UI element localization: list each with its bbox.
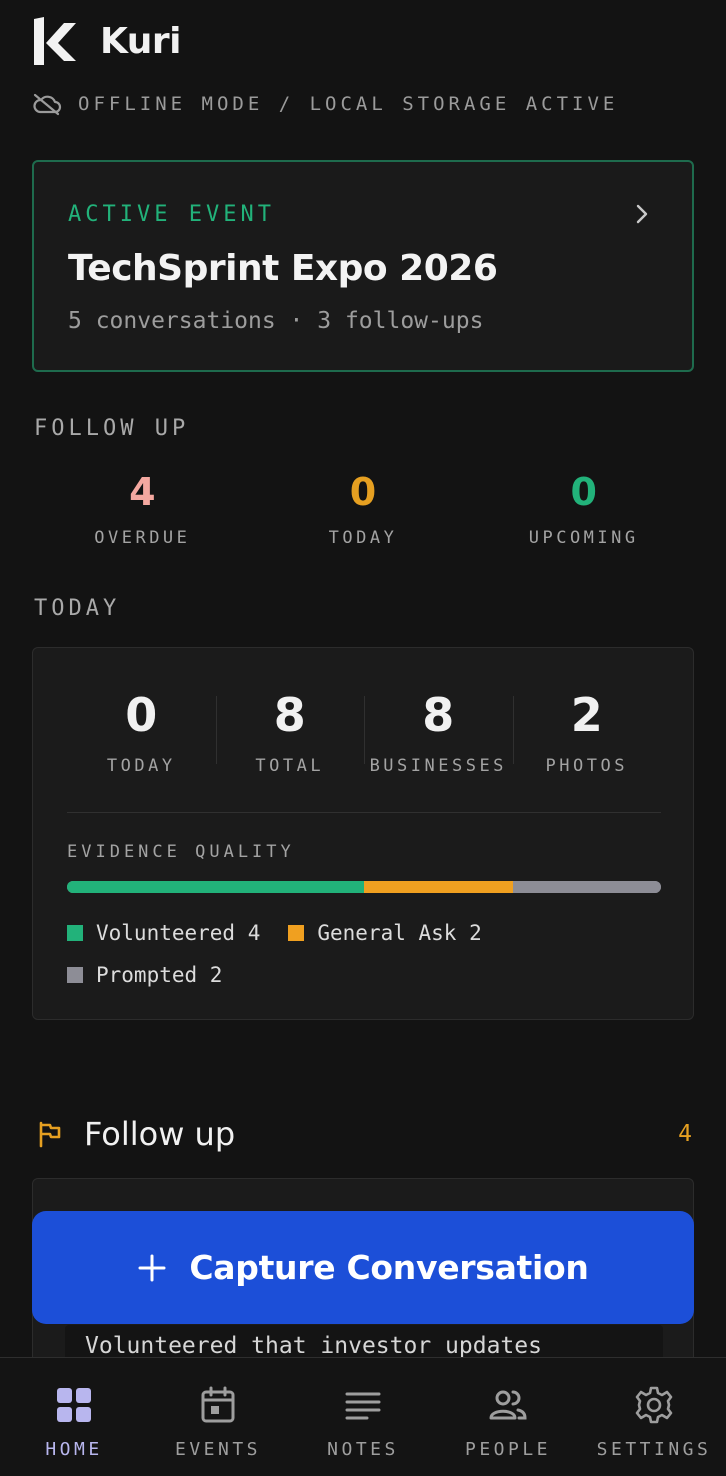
today-stat-total: 8 TOTAL (215, 686, 365, 786)
offline-status-text: OFFLINE MODE / LOCAL STORAGE ACTIVE (78, 93, 619, 115)
legend-swatch (67, 967, 83, 983)
stat-value: 0 (570, 470, 597, 514)
nav-label: PEOPLE (464, 1439, 552, 1460)
active-event-card[interactable]: ACTIVE EVENT TechSprint Expo 2026 5 conv… (32, 160, 694, 372)
follow-up-stat-today[interactable]: 0 TODAY (253, 468, 474, 558)
today-stat-businesses: 8 BUSINESSES (364, 686, 513, 786)
nav-label: SETTINGS (596, 1439, 712, 1460)
stat-label: TOTAL (255, 756, 325, 776)
evidence-quality-bar (67, 881, 661, 893)
legend-text: Volunteered 4 (96, 921, 261, 945)
app-name: Kuri (100, 20, 182, 62)
active-event-title: TechSprint Expo 2026 (68, 248, 498, 289)
evidence-segment-prompted (512, 881, 661, 893)
evidence-quality-legend: Volunteered 4 General Ask 2 Prompted 2 (67, 912, 661, 996)
stat-value: 2 (570, 688, 603, 742)
legend-swatch (288, 925, 305, 941)
people-icon (489, 1390, 527, 1420)
calendar-icon (201, 1386, 235, 1423)
nav-label: HOME (45, 1439, 103, 1460)
stat-value: 0 (125, 688, 158, 742)
cloud-off-icon (33, 93, 62, 116)
today-stats: 0 TODAY 8 TOTAL 8 BUSINESSES 2 PHOTOS (67, 686, 661, 786)
bottom-nav: HOME EVENTS NOTES PEOPLE SETTINGS (0, 1357, 726, 1476)
nav-item-events[interactable]: EVENTS (174, 1358, 262, 1476)
legend-swatch (67, 925, 83, 941)
nav-label: NOTES (327, 1439, 399, 1460)
active-event-eyebrow: ACTIVE EVENT (68, 202, 275, 227)
stat-value: 8 (273, 688, 306, 742)
stat-value: 8 (422, 688, 455, 742)
evidence-segment-volunteered (67, 881, 364, 893)
stat-value: 4 (129, 470, 156, 514)
stat-value: 0 (349, 470, 377, 514)
today-stat-today: 0 TODAY (67, 686, 216, 786)
follow-up-list-header[interactable]: Follow up 4 (36, 1114, 694, 1154)
follow-up-stats: 4 OVERDUE 0 TODAY 0 UPCOMING (32, 468, 694, 558)
stat-label: TODAY (328, 528, 398, 548)
today-card: 0 TODAY 8 TOTAL 8 BUSINESSES 2 PHOTOS EV… (32, 647, 694, 1020)
follow-up-list-title: Follow up (84, 1115, 236, 1153)
follow-up-stat-upcoming[interactable]: 0 UPCOMING (473, 468, 694, 558)
nav-item-home[interactable]: HOME (44, 1358, 104, 1476)
gear-icon (635, 1386, 673, 1424)
app-header: Kuri (32, 14, 182, 68)
nav-item-notes[interactable]: NOTES (327, 1358, 399, 1476)
today-section-label: TODAY (34, 596, 121, 621)
offline-status: OFFLINE MODE / LOCAL STORAGE ACTIVE (32, 92, 618, 116)
legend-text: Prompted 2 (96, 963, 223, 987)
divider (67, 812, 661, 813)
nav-item-settings[interactable]: SETTINGS (596, 1358, 712, 1476)
stat-label: UPCOMING (528, 528, 639, 548)
capture-conversation-button[interactable]: Capture Conversation (32, 1211, 694, 1324)
legend-item-volunteered: Volunteered 4 (67, 921, 260, 945)
nav-label: EVENTS (174, 1439, 262, 1460)
follow-up-stat-overdue[interactable]: 4 OVERDUE (32, 468, 253, 558)
legend-item-prompted: Prompted 2 (67, 963, 222, 987)
follow-up-section-label: FOLLOW UP (34, 416, 190, 441)
follow-up-count-badge: 4 (678, 1121, 692, 1147)
active-event-meta: 5 conversations · 3 follow-ups (68, 308, 484, 334)
plus-icon (138, 1254, 166, 1281)
legend-text: General Ask 2 (317, 921, 482, 945)
kuri-logo-icon (34, 17, 76, 65)
stat-label: OVERDUE (94, 528, 191, 548)
notes-icon (345, 1392, 381, 1420)
stat-label: TODAY (106, 756, 176, 776)
stat-label: BUSINESSES (369, 756, 507, 776)
chevron-right-icon (636, 204, 648, 224)
evidence-segment-general-ask (364, 881, 513, 893)
grid-icon (57, 1388, 91, 1422)
nav-item-people[interactable]: PEOPLE (464, 1358, 552, 1476)
stat-label: PHOTOS (545, 756, 628, 776)
flag-icon (39, 1121, 61, 1148)
capture-conversation-label: Capture Conversation (189, 1248, 589, 1287)
evidence-quality-label: EVIDENCE QUALITY (67, 842, 295, 862)
today-stat-photos: 2 PHOTOS (512, 686, 662, 786)
legend-item-general-ask: General Ask 2 (288, 921, 482, 945)
